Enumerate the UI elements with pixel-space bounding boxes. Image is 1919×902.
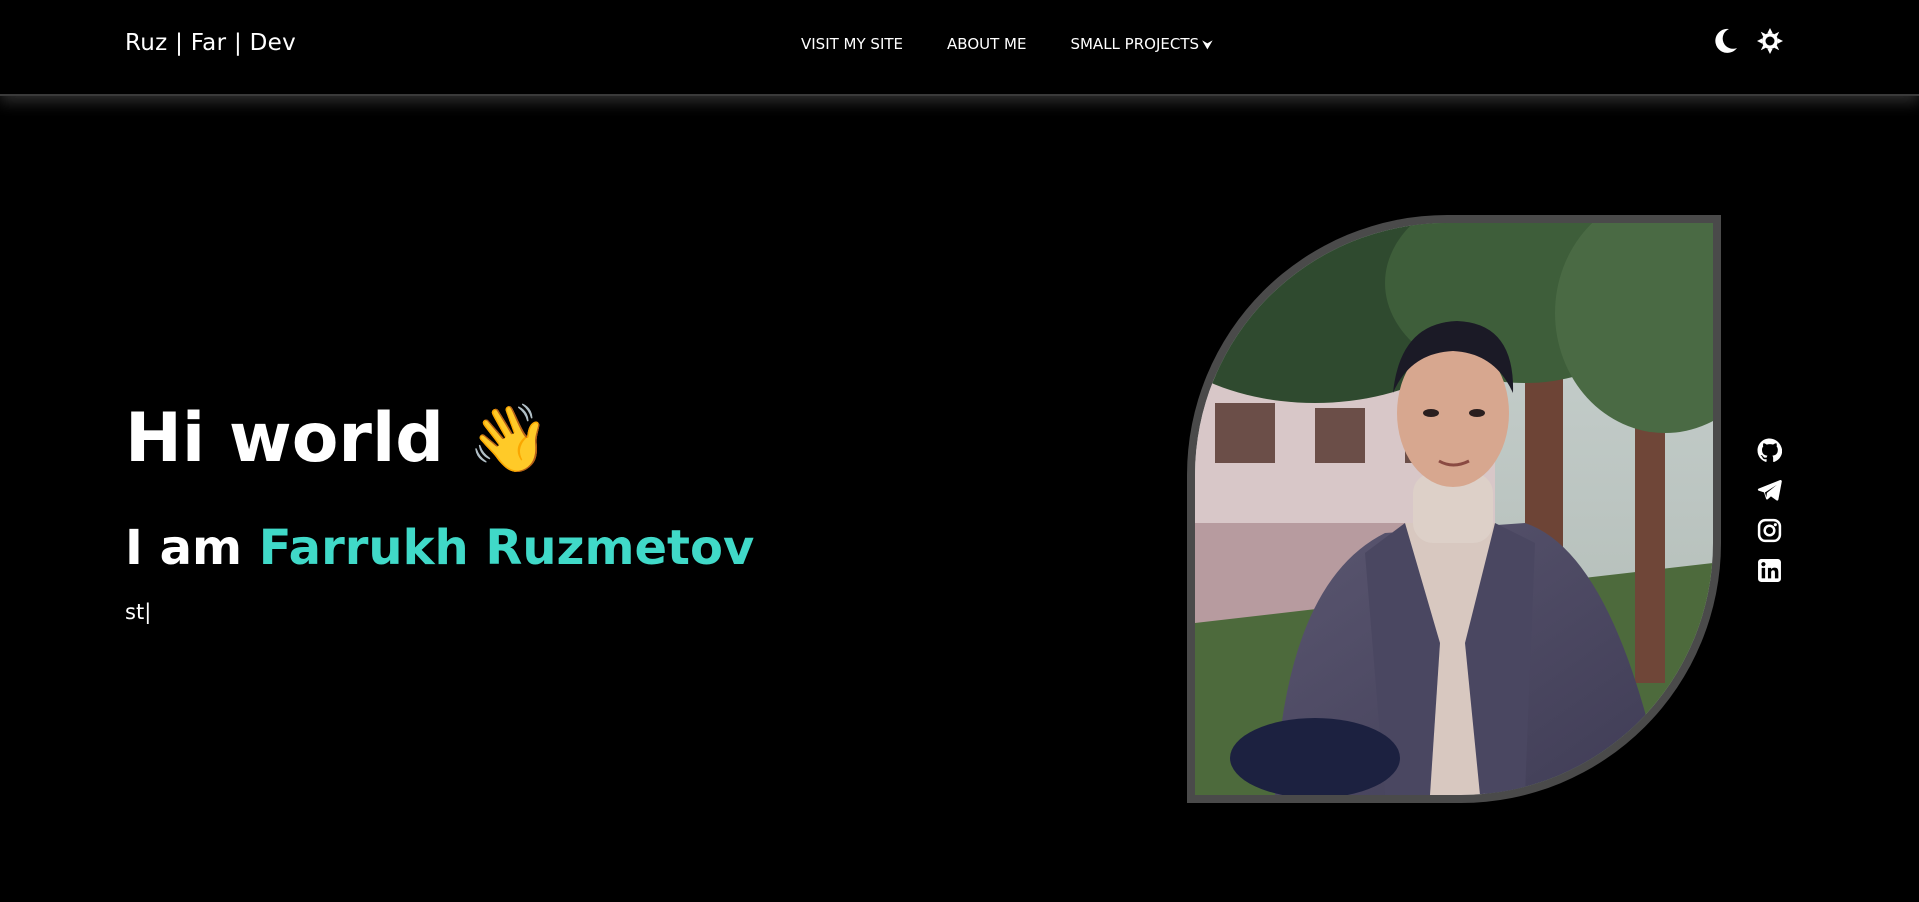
hero-greeting: Hi world 👋 <box>125 405 550 473</box>
intro-text: I am <box>125 520 242 576</box>
typing-cursor: | <box>144 600 152 624</box>
waving-hand-icon: 👋 <box>467 400 551 477</box>
social-links <box>1757 438 1782 583</box>
typed-text-value: st <box>125 600 145 624</box>
chevron-down-icon: ⮟ <box>1202 38 1214 53</box>
instagram-icon[interactable] <box>1757 518 1782 543</box>
main-nav: VISIT MY SITE ABOUT ME SMALL PROJECTS ⮟ <box>801 35 1213 53</box>
greeting-text: Hi world <box>125 399 444 478</box>
nav-about-me[interactable]: ABOUT ME <box>947 35 1026 53</box>
brand-logo[interactable]: Ruz | Far | Dev <box>125 30 296 56</box>
github-icon[interactable] <box>1757 438 1782 463</box>
hero-intro: I am Farrukh Ruzmetov <box>125 524 754 572</box>
typed-text: st| <box>125 600 151 624</box>
nav-small-projects[interactable]: SMALL PROJECTS ⮟ <box>1070 35 1213 53</box>
profile-photo-frame <box>1187 215 1721 803</box>
moon-icon[interactable] <box>1712 27 1740 55</box>
hero-name: Farrukh Ruzmetov <box>258 520 755 576</box>
top-navbar: Ruz | Far | Dev VISIT MY SITE ABOUT ME S… <box>0 0 1919 96</box>
profile-photo <box>1195 223 1713 795</box>
nav-visit-my-site[interactable]: VISIT MY SITE <box>801 35 903 53</box>
telegram-icon[interactable] <box>1757 478 1782 503</box>
linkedin-icon[interactable] <box>1757 558 1782 583</box>
nav-small-projects-label: SMALL PROJECTS <box>1070 35 1200 53</box>
sun-icon[interactable] <box>1756 27 1784 55</box>
